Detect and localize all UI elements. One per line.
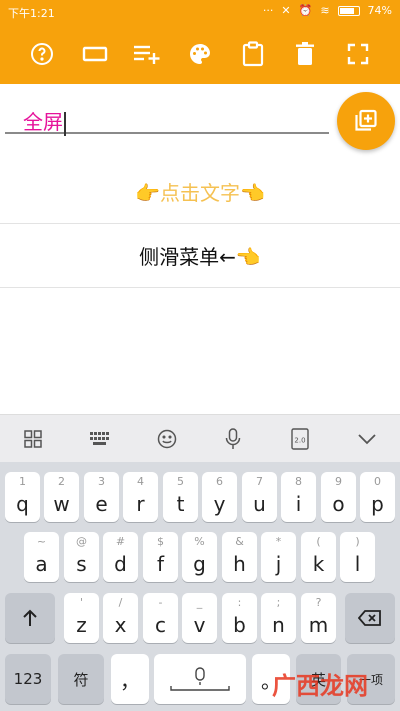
key-g[interactable]: % g <box>182 532 217 582</box>
key-r[interactable]: 4r <box>123 472 158 522</box>
key-w[interactable]: 2w <box>44 472 79 522</box>
key-y[interactable]: 6y <box>202 472 237 522</box>
list-item-label: 侧滑菜单←👈 <box>139 245 261 269</box>
add-button[interactable] <box>337 92 395 150</box>
fullscreen-button[interactable] <box>340 36 376 72</box>
battery-icon <box>337 5 360 16</box>
enter-key[interactable]: 一项 <box>347 654 395 704</box>
backspace-icon <box>358 610 381 626</box>
mute-icon: ✕ <box>281 4 291 17</box>
key-u[interactable]: 7u <box>242 472 277 522</box>
keyboard-icon <box>89 431 109 445</box>
text-caret <box>64 111 66 136</box>
collapse-keyboard-button[interactable] <box>349 421 385 457</box>
shift-key[interactable] <box>5 593 55 643</box>
keyboard-toolbar: 2.0 <box>0 414 400 462</box>
text-input[interactable]: 全屏 <box>5 104 329 136</box>
list-item-side-menu[interactable]: 侧滑菜单←👈 <box>0 224 400 288</box>
key-b[interactable]: :b <box>222 593 257 643</box>
palette-button[interactable] <box>182 36 218 72</box>
smiley-icon <box>157 429 176 448</box>
chevron-down-icon <box>357 433 376 444</box>
key-c[interactable]: -c <box>143 593 178 643</box>
key-f[interactable]: $ f <box>143 532 178 582</box>
help-circle-icon <box>31 43 54 65</box>
trash-icon <box>296 42 315 65</box>
key-q[interactable]: 1q <box>5 472 40 522</box>
key-i[interactable]: 8i <box>281 472 316 522</box>
fullscreen-icon <box>347 43 368 65</box>
key-l[interactable]: ) l <box>340 532 375 582</box>
numbers-key[interactable]: 123 <box>5 654 51 704</box>
palette-icon <box>189 44 210 64</box>
status-bar: 下午1:21 ··· ✕ ⏰ ≋ 74% <box>0 0 400 24</box>
help-button[interactable] <box>24 36 60 72</box>
period-key[interactable]: 。 <box>252 654 290 704</box>
key-o[interactable]: 9o <box>321 472 356 522</box>
status-icons: ··· ✕ ⏰ ≋ 74% <box>263 4 392 17</box>
keyboard-layout-button[interactable] <box>82 421 118 457</box>
toolbar <box>0 24 400 84</box>
clipboard-icon <box>242 41 263 67</box>
key-k[interactable]: (k <box>301 532 336 582</box>
text-input-value: 全屏 <box>23 110 63 134</box>
comma-key[interactable]: ， <box>111 654 149 704</box>
key-a[interactable]: ~ a <box>24 532 59 582</box>
arrow-up-icon <box>23 609 37 626</box>
key-p[interactable]: 0p <box>360 472 395 522</box>
key-d[interactable]: # d <box>103 532 138 582</box>
key-j[interactable]: * j <box>261 532 296 582</box>
microphone-icon <box>226 427 241 449</box>
status-time: 下午1:21 <box>8 7 55 20</box>
key-v[interactable]: _ v <box>182 593 217 643</box>
grid-icon <box>24 429 43 448</box>
rectangle-icon <box>82 46 108 62</box>
document-icon: 2.0 <box>291 427 309 450</box>
backspace-key[interactable] <box>345 593 395 643</box>
dots-icon: ··· <box>262 4 274 17</box>
key-s[interactable]: @ s <box>64 532 99 582</box>
editor-area: 全屏 <box>0 84 400 160</box>
svg-text:2.0: 2.0 <box>294 436 305 444</box>
playlist-add-icon <box>134 45 160 64</box>
key-e[interactable]: 3e <box>84 472 119 522</box>
language-key[interactable]: 英 <box>296 654 341 704</box>
library-add-icon <box>355 109 377 131</box>
list-item-label: 👉点击文字👈 <box>135 181 265 205</box>
voice-button[interactable] <box>215 421 251 457</box>
playlist-add-button[interactable] <box>129 36 165 72</box>
key-h[interactable]: & h <box>222 532 257 582</box>
wifi-icon: ≋ <box>320 4 330 17</box>
grid-button[interactable] <box>15 421 51 457</box>
key-x[interactable]: / x <box>103 593 138 643</box>
emoji-button[interactable] <box>149 421 185 457</box>
key-t[interactable]: 5t <box>163 472 198 522</box>
alarm-icon: ⏰ <box>298 4 313 17</box>
battery-percent: 74% <box>367 4 392 17</box>
list-item-click-text[interactable]: 👉点击文字👈 <box>0 160 400 224</box>
key-n[interactable]: ; n <box>261 593 296 643</box>
space-mic-icon <box>170 667 230 691</box>
rectangle-button[interactable] <box>77 36 113 72</box>
keyboard: 1q 2w 3e 4r 5t 6y 7u 8i 9o 0p ~ a @ s # d $… <box>0 462 400 711</box>
version-button[interactable]: 2.0 <box>282 421 318 457</box>
key-z[interactable]: ' z <box>64 593 99 643</box>
symbols-key[interactable]: 符 <box>58 654 104 704</box>
space-key[interactable] <box>154 654 246 704</box>
clipboard-button[interactable] <box>235 36 271 72</box>
delete-button[interactable] <box>287 36 323 72</box>
key-m[interactable]: ? m <box>301 593 336 643</box>
